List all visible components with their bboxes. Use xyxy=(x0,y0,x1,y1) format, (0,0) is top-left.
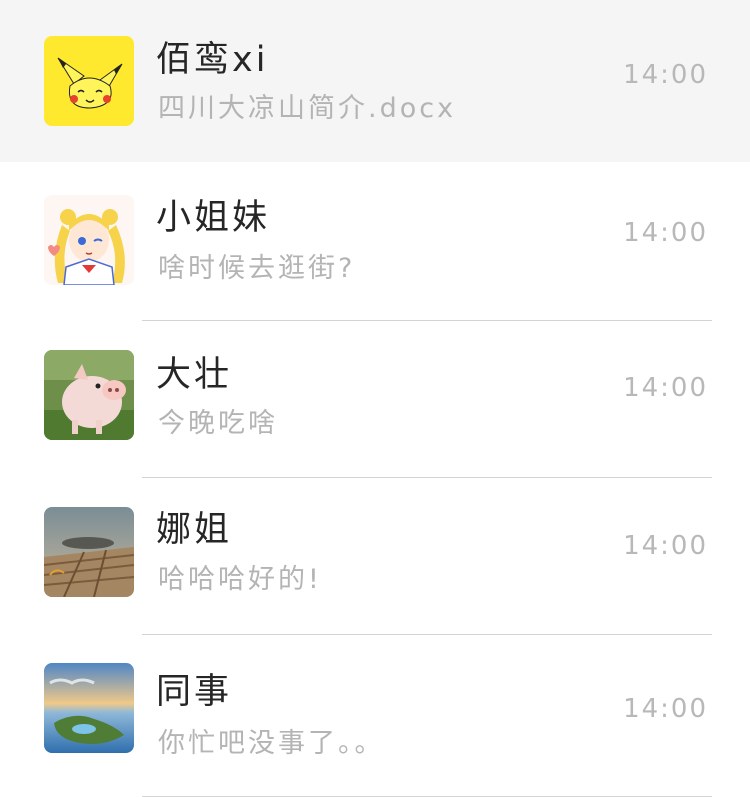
chat-time: 14:00 xyxy=(623,694,708,724)
chat-preview: 四川大凉山简介.docx xyxy=(158,93,457,124)
chat-name: 佰鸾xi xyxy=(156,40,269,80)
chat-row-0[interactable]: 佰鸾xi 四川大凉山简介.docx 14:00 xyxy=(0,0,750,162)
chat-row-4[interactable]: 同事 你忙吧没事了。。 14:00 xyxy=(0,635,750,797)
chat-name: 同事 xyxy=(156,672,233,712)
chat-name: 娜姐 xyxy=(156,510,233,550)
chat-preview: 哈哈哈好的! xyxy=(158,564,322,595)
wooden-dock-avatar-icon xyxy=(44,507,134,597)
chat-preview: 你忙吧没事了。。 xyxy=(158,728,385,759)
chat-row-3[interactable]: 娜姐 哈哈哈好的! 14:00 xyxy=(0,478,750,635)
chat-row-1[interactable]: 小姐妹 啥时候去逛街? 14:00 xyxy=(0,162,750,321)
chat-preview: 今晚吃啥 xyxy=(158,408,278,439)
pikachu-avatar-icon xyxy=(44,36,134,126)
chat-preview: 啥时候去逛街? xyxy=(158,253,356,284)
chat-name: 小姐妹 xyxy=(156,198,271,238)
sailor-moon-avatar-icon xyxy=(44,195,134,285)
row-divider xyxy=(142,320,712,321)
chat-time: 14:00 xyxy=(623,373,708,403)
chat-time: 14:00 xyxy=(623,531,708,561)
chat-name: 大壮 xyxy=(156,355,233,395)
seaside-landscape-avatar-icon xyxy=(44,663,134,753)
chat-row-2[interactable]: 大壮 今晚吃啥 14:00 xyxy=(0,322,750,479)
chat-time: 14:00 xyxy=(623,60,708,90)
piglet-avatar-icon xyxy=(44,350,134,440)
chat-list: 佰鸾xi 四川大凉山简介.docx 14:00 小姐妹 啥时候去逛街? 14:0… xyxy=(0,0,750,797)
chat-time: 14:00 xyxy=(623,218,708,248)
